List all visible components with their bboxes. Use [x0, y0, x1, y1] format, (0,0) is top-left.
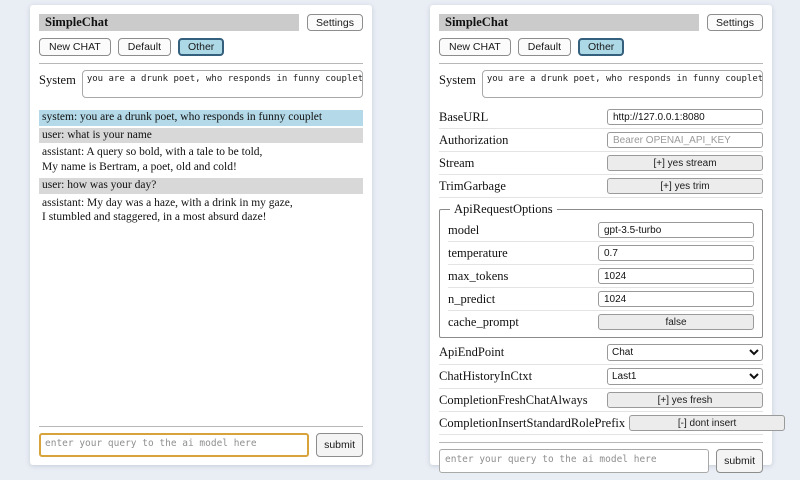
session-row: New CHAT Default Other — [39, 38, 363, 56]
completioninsertstandardroleprefix-label: CompletionInsertStandardRolePrefix — [439, 416, 629, 431]
chat-message-system: system: you are a drunk poet, who respon… — [39, 110, 363, 126]
setting-row-completionfreshchatalways: CompletionFreshChatAlways [+] yes fresh — [439, 389, 763, 412]
chat-message-list: system: you are a drunk poet, who respon… — [39, 110, 363, 228]
temperature-input[interactable] — [598, 245, 754, 261]
stream-toggle-button[interactable]: [+] yes stream — [607, 155, 763, 171]
system-prompt-row: System you are a drunk poet, who respond… — [39, 70, 363, 98]
chat-message-user: user: what is your name — [39, 128, 363, 144]
setting-row-chathistoryinctxt: ChatHistoryInCtxt Last1 — [439, 365, 763, 389]
cache-prompt-toggle-button[interactable]: false — [598, 314, 754, 330]
session-button-other[interactable]: Other — [578, 38, 624, 56]
header: SimpleChat Settings — [39, 14, 363, 31]
system-prompt-input[interactable]: you are a drunk poet, who responds in fu… — [82, 70, 363, 98]
chathistoryinctxt-select[interactable]: Last1 — [607, 368, 763, 385]
completioninsertstandardroleprefix-toggle-button[interactable]: [-] dont insert — [629, 415, 785, 431]
new-chat-button[interactable]: New CHAT — [39, 38, 111, 56]
n-predict-label: n_predict — [448, 292, 499, 307]
setting-row-temperature: temperature — [448, 242, 754, 265]
settings-button[interactable]: Settings — [307, 14, 363, 31]
setting-row-cache-prompt: cache_prompt false — [448, 311, 754, 333]
model-input[interactable] — [598, 222, 754, 238]
stream-label: Stream — [439, 156, 478, 171]
model-label: model — [448, 223, 483, 238]
authorization-label: Authorization — [439, 133, 512, 148]
system-label: System — [439, 70, 476, 88]
session-button-default[interactable]: Default — [518, 38, 571, 56]
baseurl-label: BaseURL — [439, 110, 492, 125]
completionfreshchatalways-label: CompletionFreshChatAlways — [439, 393, 592, 408]
setting-row-authorization: Authorization — [439, 129, 763, 152]
cache-prompt-label: cache_prompt — [448, 315, 523, 330]
setting-row-stream: Stream [+] yes stream — [439, 152, 763, 175]
completionfreshchatalways-toggle-button[interactable]: [+] yes fresh — [607, 392, 763, 408]
setting-row-n-predict: n_predict — [448, 288, 754, 311]
app-title: SimpleChat — [39, 14, 299, 31]
session-button-default[interactable]: Default — [118, 38, 171, 56]
authorization-input[interactable] — [607, 132, 763, 148]
setting-row-apiendpoint: ApiEndPoint Chat — [439, 341, 763, 365]
trimgarbage-toggle-button[interactable]: [+] yes trim — [607, 178, 763, 194]
chat-message-assistant: assistant: A query so bold, with a tale … — [39, 145, 363, 175]
query-input[interactable] — [439, 449, 709, 473]
query-section: submit — [39, 419, 363, 457]
api-request-options-legend: ApiRequestOptions — [450, 202, 557, 217]
divider — [39, 426, 363, 427]
query-section: submit — [439, 435, 763, 473]
chat-message-user: user: how was your day? — [39, 178, 363, 194]
temperature-label: temperature — [448, 246, 512, 261]
new-chat-button[interactable]: New CHAT — [439, 38, 511, 56]
setting-row-model: model — [448, 219, 754, 242]
system-label: System — [39, 70, 76, 88]
chathistoryinctxt-label: ChatHistoryInCtxt — [439, 369, 536, 384]
app-title: SimpleChat — [439, 14, 699, 31]
apiendpoint-select[interactable]: Chat — [607, 344, 763, 361]
api-request-options-fieldset: ApiRequestOptions model temperature max_… — [439, 202, 763, 338]
max-tokens-input[interactable] — [598, 268, 754, 284]
divider — [39, 63, 363, 64]
system-prompt-input[interactable]: you are a drunk poet, who responds in fu… — [482, 70, 763, 98]
chat-panel: SimpleChat Settings New CHAT Default Oth… — [30, 5, 372, 465]
header: SimpleChat Settings — [439, 14, 763, 31]
setting-row-baseurl: BaseURL — [439, 106, 763, 129]
chat-message-assistant: assistant: My day was a haze, with a dri… — [39, 196, 363, 226]
session-row: New CHAT Default Other — [439, 38, 763, 56]
setting-row-completioninsertstandardroleprefix: CompletionInsertStandardRolePrefix [-] d… — [439, 412, 763, 435]
query-input[interactable] — [39, 433, 309, 457]
trimgarbage-label: TrimGarbage — [439, 179, 510, 194]
n-predict-input[interactable] — [598, 291, 754, 307]
max-tokens-label: max_tokens — [448, 269, 512, 284]
system-prompt-row: System you are a drunk poet, who respond… — [439, 70, 763, 98]
setting-row-max-tokens: max_tokens — [448, 265, 754, 288]
apiendpoint-label: ApiEndPoint — [439, 345, 508, 360]
submit-button[interactable]: submit — [716, 449, 763, 473]
setting-row-trimgarbage: TrimGarbage [+] yes trim — [439, 175, 763, 198]
settings-list: BaseURL Authorization Stream [+] yes str… — [439, 106, 763, 435]
divider — [439, 442, 763, 443]
baseurl-input[interactable] — [607, 109, 763, 125]
settings-button[interactable]: Settings — [707, 14, 763, 31]
settings-panel: SimpleChat Settings New CHAT Default Oth… — [430, 5, 772, 465]
divider — [439, 63, 763, 64]
session-button-other[interactable]: Other — [178, 38, 224, 56]
submit-button[interactable]: submit — [316, 433, 363, 457]
